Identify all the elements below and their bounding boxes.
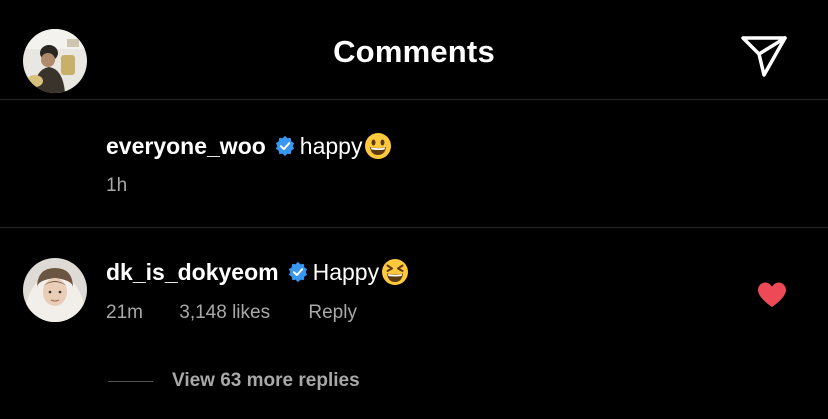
paper-plane-icon[interactable]: [740, 34, 788, 78]
view-replies-label: View 63 more replies: [172, 370, 360, 391]
username[interactable]: everyone_woo: [106, 133, 266, 160]
caption-line: everyone_woo happy: [106, 132, 392, 160]
replies-divider: [108, 380, 153, 382]
timestamp: 21m: [106, 302, 143, 323]
page-title: Comments: [333, 34, 495, 69]
caption-meta: 1h: [106, 175, 127, 197]
avatar-photo: [23, 258, 87, 322]
view-more-replies[interactable]: View 63 more replies: [108, 370, 360, 392]
grinning-face-icon: [365, 133, 392, 159]
comment-line: dk_is_dokyeom Happy: [106, 258, 409, 286]
avatar-photo: [23, 29, 87, 93]
comment-meta: 21m 3,148 likes Reply: [106, 302, 357, 324]
comments-header: Comments: [0, 0, 828, 100]
avatar[interactable]: [23, 29, 87, 93]
comment-text: Happy: [312, 258, 380, 285]
grinning-squinting-face-icon: [382, 259, 409, 285]
timestamp: 1h: [106, 175, 128, 196]
verified-badge-icon: [288, 261, 307, 283]
likes-count[interactable]: 3,148 likes: [179, 302, 270, 324]
username[interactable]: dk_is_dokyeom: [106, 259, 279, 286]
heart-filled-icon[interactable]: [757, 282, 787, 308]
avatar[interactable]: [23, 258, 87, 322]
reply-button[interactable]: Reply: [308, 302, 357, 324]
verified-badge-icon: [275, 135, 294, 157]
caption-text: happy: [299, 132, 363, 159]
caption-comment: [0, 100, 828, 228]
